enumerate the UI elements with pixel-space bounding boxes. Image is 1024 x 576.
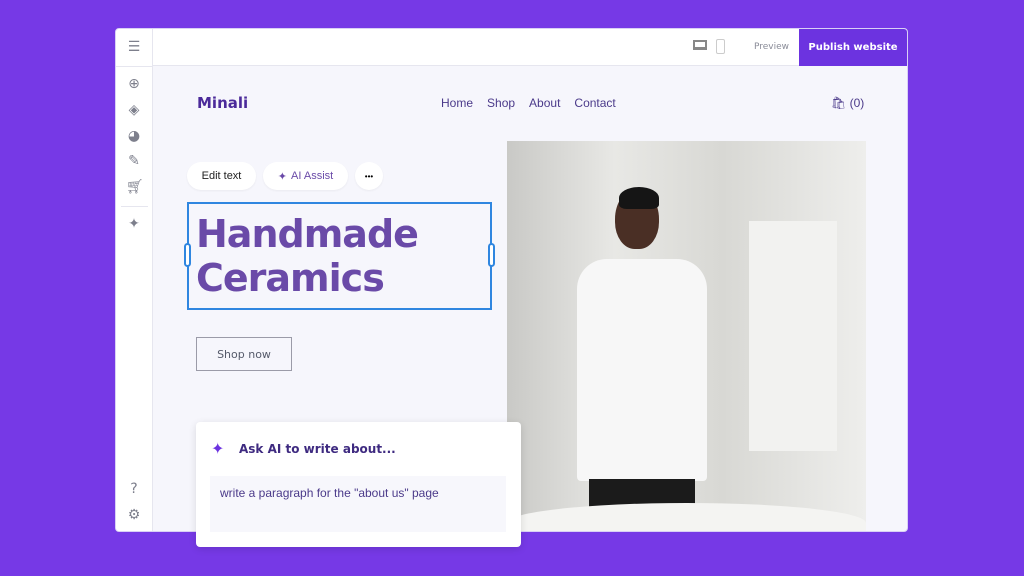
top-bar: Preview Publish website bbox=[153, 29, 907, 66]
menu-icon[interactable]: ☰ bbox=[126, 39, 142, 55]
ai-card-title: Ask AI to write about... bbox=[239, 442, 396, 456]
cart-icon[interactable]: 🛒︎ bbox=[126, 179, 144, 195]
edit-icon[interactable]: ✎ bbox=[126, 153, 142, 169]
edit-text-button[interactable]: Edit text bbox=[187, 162, 256, 190]
site-nav: Home Shop About Contact bbox=[441, 96, 616, 110]
resize-handle-right[interactable] bbox=[488, 243, 495, 267]
resize-handle-left[interactable] bbox=[184, 243, 191, 267]
cart-count: (0) bbox=[849, 96, 865, 110]
hero-title[interactable]: Handmade Ceramics bbox=[196, 212, 419, 300]
add-icon[interactable]: ⊕ bbox=[126, 76, 142, 92]
hero-image bbox=[507, 141, 866, 531]
nav-contact[interactable]: Contact bbox=[574, 96, 615, 110]
ai-prompt-card: ✦ Ask AI to write about... write a parag… bbox=[196, 422, 521, 547]
preview-button[interactable]: Preview bbox=[754, 42, 789, 52]
more-options-button[interactable]: ••• bbox=[355, 162, 383, 190]
layers-icon[interactable]: ◈ bbox=[126, 102, 142, 118]
desktop-view-icon[interactable] bbox=[693, 40, 707, 50]
ai-prompt-input[interactable]: write a paragraph for the "about us" pag… bbox=[210, 476, 506, 532]
sparkle-icon[interactable]: ✦ bbox=[126, 216, 142, 232]
mobile-view-icon[interactable] bbox=[716, 39, 725, 54]
nav-shop[interactable]: Shop bbox=[487, 96, 515, 110]
ai-assist-button[interactable]: ✦ AI Assist bbox=[263, 162, 348, 190]
palette-icon[interactable]: ◕ bbox=[126, 128, 142, 144]
cart-link[interactable]: 🛍︎ (0) bbox=[831, 96, 864, 110]
site-logo: Minali bbox=[197, 94, 249, 112]
nav-home[interactable]: Home bbox=[441, 96, 473, 110]
publish-button[interactable]: Publish website bbox=[799, 29, 907, 66]
ai-assist-label: AI Assist bbox=[291, 170, 334, 182]
shopping-bag-icon: 🛍︎ bbox=[831, 96, 847, 110]
sparkle-icon: ✦ bbox=[277, 170, 288, 183]
shop-now-button[interactable]: Shop now bbox=[196, 337, 292, 371]
sidebar: ☰ ⊕ ◈ ◕ ✎ 🛒︎ ✦ ? ⚙ bbox=[116, 29, 153, 531]
sparkle-icon: ✦ bbox=[211, 439, 225, 458]
nav-about[interactable]: About bbox=[529, 96, 560, 110]
settings-icon[interactable]: ⚙ bbox=[126, 507, 142, 523]
help-icon[interactable]: ? bbox=[126, 481, 142, 497]
